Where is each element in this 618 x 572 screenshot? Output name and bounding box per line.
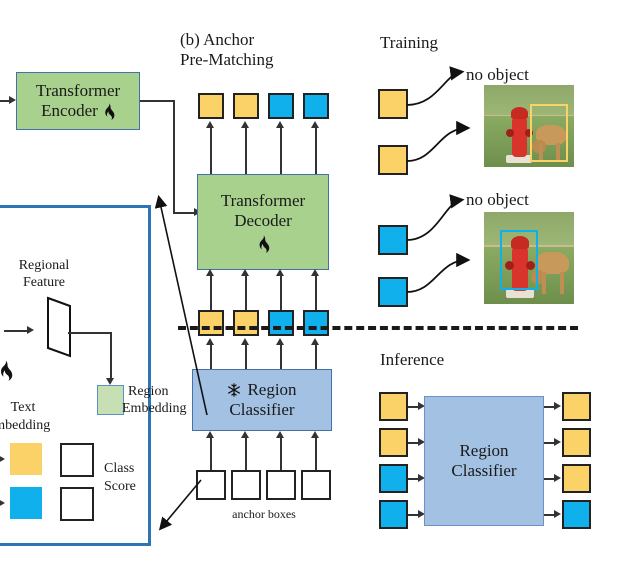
snowflake-icon [228,383,241,397]
text-embedding-label-line2: Embedding [0,418,51,433]
training-inference-divider [178,326,578,330]
training-row1-token-2 [378,145,408,175]
top-token-4 [303,93,329,119]
top-conn-3 [280,126,282,174]
transformer-decoder-block[interactable]: Transformer Decoder [197,174,329,270]
panel-b-title-line1: (b) Anchor [180,30,255,49]
training-row1-token-1 [378,89,408,119]
regional-feature-label-line1: Regional [18,258,70,273]
inference-input-2 [379,428,408,457]
anchor-conn-3 [280,436,282,470]
inference-region-classifier-block[interactable]: Region Classifier [424,396,544,526]
top-conn-1 [210,126,212,174]
flame-icon [259,235,270,253]
anchor-box-3 [266,470,296,500]
transformer-encoder-label-line2: Encoder [41,101,98,120]
inference-classifier-label-line1: Region [459,441,509,460]
text-embedding-yellow-arrow [0,455,5,463]
mid-token-4 [303,310,329,336]
text-embedding-label-line1: Text [10,400,36,415]
top-arrow-4 [311,121,319,128]
cls-out-arrow-4 [311,338,319,345]
top-token-1 [198,93,224,119]
anchor-conn-4 [315,436,317,470]
cls-out-2 [245,343,247,369]
top-conn-4 [315,126,317,174]
mid-token-2 [233,310,259,336]
top-arrow-3 [276,121,284,128]
inference-output-3 [562,464,591,493]
training-row2-bbox [500,230,538,290]
anchor-arrow-2 [241,431,249,438]
inference-out-arrow-1 [554,402,561,410]
cls-out-arrow-2 [241,338,249,345]
transformer-decoder-label-line1: Transformer [220,191,306,210]
mid-token-3 [268,310,294,336]
top-token-3 [268,93,294,119]
cls-out-4 [315,343,317,369]
inference-input-3 [379,464,408,493]
regional-feature-input-arrow [27,326,34,334]
regional-feature-parallelogram [47,296,71,358]
transformer-encoder-label-line1: Transformer [35,81,121,100]
anchor-arrow-4 [311,431,319,438]
anchor-box-2 [231,470,261,500]
text-embedding-blue-swatch [10,487,42,519]
region-classifier-label-line1: Region [247,380,297,399]
region-classifier-label-line2: Classifier [229,400,295,419]
mid-arrow-2 [241,269,249,276]
inference-out-arrow-3 [554,474,561,482]
anchor-arrow-3 [276,431,284,438]
mid-conn-2 [245,275,247,311]
class-score-label-line2: Score [104,479,136,494]
training-title: Training [380,33,438,52]
mid-arrow-3 [276,269,284,276]
training-row2-image [484,212,574,304]
top-conn-2 [245,126,247,174]
feedback-arrows [154,194,208,531]
top-arrow-2 [241,121,249,128]
inference-out-arrow-4 [554,510,561,518]
inference-title: Inference [380,350,445,369]
training-row2-token-1 [378,225,408,255]
panel-b-title-line2: Pre-Matching [180,50,274,69]
mid-conn-4 [315,275,317,311]
training-row1-bbox [530,104,568,162]
mid-arrow-4 [311,269,319,276]
training-row2-token-2 [378,277,408,307]
regional-feature-down-line [110,332,112,381]
cls-out-3 [280,343,282,369]
top-arrow-1 [206,121,214,128]
inference-out-arrow-2 [554,438,561,446]
inference-input-4 [379,500,408,529]
training-row1-image [484,85,574,167]
anchor-boxes-label: anchor boxes [232,507,296,521]
class-score-box-2 [60,487,94,521]
inference-classifier-label-line2: Classifier [451,461,517,480]
flame-icon [105,102,115,120]
inference-output-2 [562,428,591,457]
transformer-encoder-block[interactable]: Transformer Encoder [16,72,140,130]
top-token-2 [233,93,259,119]
transformer-decoder-label-line2: Decoder [234,211,292,230]
regional-feature-label-line2: Feature [23,275,65,290]
encoder-input-arrow [9,96,16,104]
inference-output-4 [562,500,591,529]
text-embedding-yellow-swatch [10,443,42,475]
regional-feature-down-arrow [106,378,114,385]
encoder-output-line [140,100,174,102]
flame-icon [0,360,13,381]
anchor-conn-2 [245,436,247,470]
text-embedding-blue-arrow [0,499,5,507]
regional-feature-input-line [4,330,28,332]
inference-input-1 [379,392,408,421]
mid-conn-3 [280,275,282,311]
class-score-box-1 [60,443,94,477]
inference-output-1 [562,392,591,421]
regional-feature-output-line [68,332,111,334]
cls-out-arrow-3 [276,338,284,345]
region-embedding-swatch [97,385,124,415]
anchor-box-4 [301,470,331,500]
class-score-label-line1: Class [104,461,135,476]
